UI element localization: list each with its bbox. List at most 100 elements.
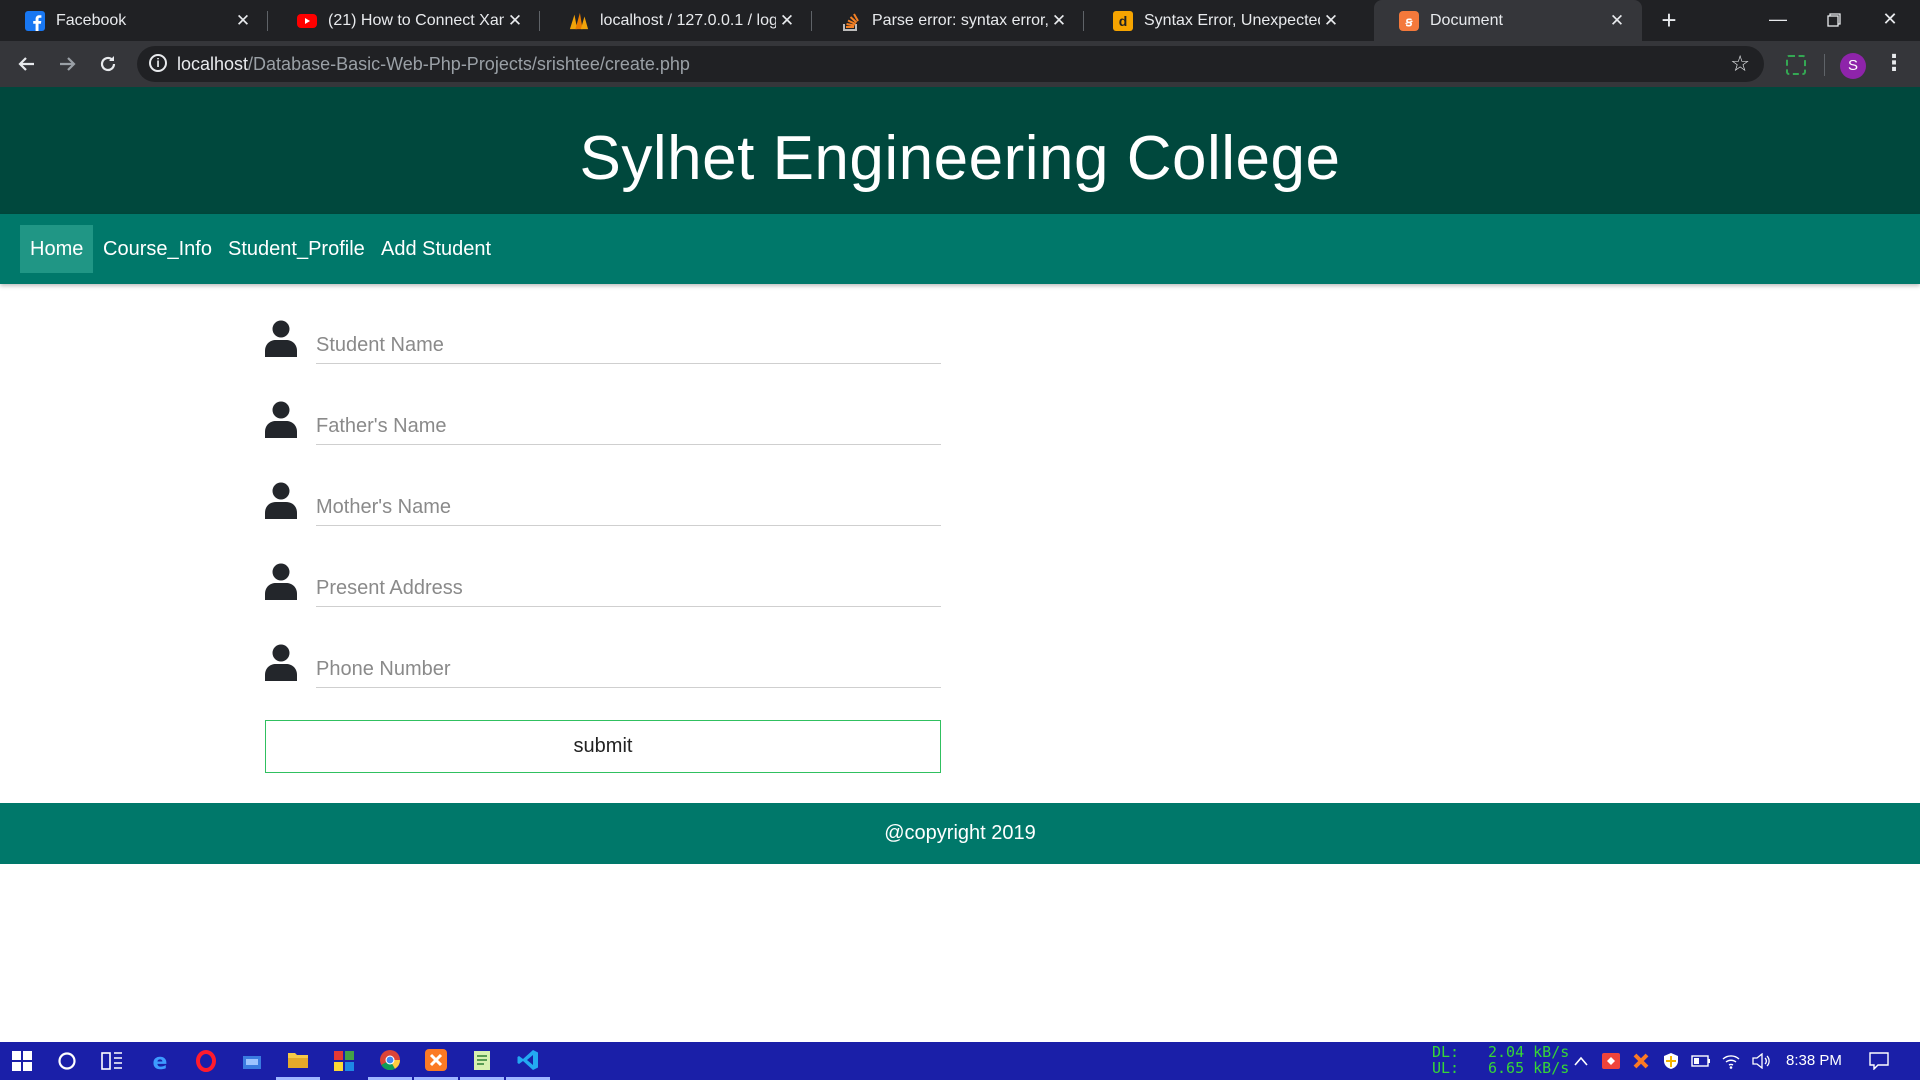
task-view-icon <box>101 1052 122 1070</box>
mothers-name-input[interactable]: Mother's Name <box>316 490 941 526</box>
search-button[interactable] <box>45 1042 89 1080</box>
nav-student-profile[interactable]: Student_Profile <box>218 225 375 273</box>
tab-stackoverflow[interactable]: Parse error: syntax error, une ✕ <box>816 0 1084 41</box>
arrow-right-icon <box>60 57 76 71</box>
tab-youtube[interactable]: (21) How to Connect Xampp ✕ <box>272 0 540 41</box>
net-ul-label: UL: <box>1432 1059 1460 1077</box>
browser-toolbar: i localhost/Database-Basic-Web-Php-Proje… <box>0 41 1920 87</box>
file-explorer-button[interactable] <box>276 1042 320 1080</box>
nav-add-student[interactable]: Add Student <box>371 225 501 273</box>
phone-number-input[interactable]: Phone Number <box>316 652 941 688</box>
back-button[interactable] <box>11 49 43 79</box>
close-icon[interactable]: ✕ <box>776 11 798 31</box>
reload-icon <box>100 56 116 72</box>
user-icon <box>265 482 297 519</box>
facebook-icon <box>25 10 45 31</box>
colorful-app-button[interactable] <box>322 1042 366 1080</box>
folder-icon <box>288 1052 308 1068</box>
nav-home[interactable]: Home <box>20 225 94 273</box>
student-name-input[interactable]: Student Name <box>316 328 941 364</box>
vscode-icon <box>517 1049 538 1070</box>
student-name-field: Student Name <box>265 314 941 395</box>
svg-text:d: d <box>1119 13 1128 29</box>
stackoverflow-icon <box>841 11 861 31</box>
bookmark-star-icon[interactable]: ☆ <box>1730 51 1750 77</box>
net-dl-label: DL: <box>1432 1043 1460 1061</box>
edge-icon: e <box>153 1050 168 1072</box>
tab-dzone[interactable]: d Syntax Error, Unexpected '$p ✕ <box>1088 0 1356 41</box>
extension-icon[interactable] <box>1786 55 1806 75</box>
tab-facebook[interactable]: Facebook ✕ <box>0 0 268 41</box>
mothers-name-field: Mother's Name <box>265 476 941 557</box>
youtube-icon <box>297 11 317 31</box>
chevron-up-icon <box>1574 1056 1588 1066</box>
tab-document[interactable]: ꞩ Document ✕ <box>1374 0 1642 41</box>
user-icon <box>265 563 297 600</box>
reload-button[interactable] <box>92 49 124 79</box>
user-icon <box>265 644 297 681</box>
url-text[interactable]: localhost/Database-Basic-Web-Php-Project… <box>177 54 690 75</box>
submit-button[interactable]: submit <box>265 720 941 773</box>
site-footer: @copyright 2019 <box>0 803 1920 864</box>
tray-security[interactable] <box>1658 1042 1684 1080</box>
tray-app-red[interactable] <box>1598 1042 1624 1080</box>
tab-divider <box>267 11 268 31</box>
opera-button[interactable] <box>184 1042 228 1080</box>
add-student-form: Student Name Father's Name Mother's Name… <box>265 314 941 719</box>
tray-volume[interactable] <box>1748 1042 1774 1080</box>
close-icon[interactable]: ✕ <box>1320 11 1342 31</box>
tab-title: (21) How to Connect Xampp <box>328 11 504 29</box>
tab-title: localhost / 127.0.0.1 / login | <box>600 11 776 29</box>
store-button[interactable] <box>230 1042 274 1080</box>
tab-phpmyadmin[interactable]: localhost / 127.0.0.1 / login | ✕ <box>544 0 812 41</box>
vscode-button[interactable] <box>506 1042 550 1080</box>
forward-button[interactable] <box>51 49 83 79</box>
url-path: /Database-Basic-Web-Php-Projects/srishte… <box>248 54 690 74</box>
present-address-input[interactable]: Present Address <box>316 571 941 607</box>
site-navbar: Home Course_Info Student_Profile Add Stu… <box>0 214 1920 284</box>
action-center-button[interactable] <box>1864 1042 1894 1080</box>
profile-avatar[interactable]: S <box>1840 53 1866 79</box>
xampp-tray-icon <box>1633 1053 1649 1069</box>
chrome-button[interactable] <box>368 1042 412 1080</box>
taskbar-clock[interactable]: 8:38 PM <box>1786 1042 1842 1080</box>
close-icon[interactable]: ✕ <box>232 11 254 31</box>
tray-app-orange[interactable] <box>1628 1042 1654 1080</box>
restore-button[interactable] <box>1806 0 1862 41</box>
notification-icon <box>1869 1052 1889 1070</box>
tab-divider <box>811 11 812 31</box>
minimize-button[interactable]: — <box>1750 0 1806 41</box>
edge-button[interactable]: e <box>138 1042 182 1080</box>
tray-wifi[interactable] <box>1718 1042 1744 1080</box>
start-button[interactable] <box>0 1042 44 1080</box>
fathers-name-field: Father's Name <box>265 395 941 476</box>
user-icon <box>265 401 297 438</box>
net-values: 2.04 kB/s 6.65 kB/s <box>1488 1044 1569 1076</box>
close-icon[interactable]: ✕ <box>1048 11 1070 31</box>
tray-overflow-button[interactable] <box>1570 1042 1592 1080</box>
nav-course-info[interactable]: Course_Info <box>93 225 222 273</box>
notepad-icon <box>474 1050 490 1070</box>
tab-title: Facebook <box>56 11 127 29</box>
fathers-name-input[interactable]: Father's Name <box>316 409 941 445</box>
site-title: Sylhet Engineering College <box>579 124 1341 193</box>
taskbar: e DL: UL: 2.04 kB/s 6.65 kB/s 8:38 PM <box>0 1042 1920 1080</box>
dzone-icon: d <box>1113 10 1133 31</box>
address-bar[interactable]: i localhost/Database-Basic-Web-Php-Proje… <box>137 46 1764 82</box>
store-icon <box>243 1056 261 1069</box>
close-icon[interactable]: ✕ <box>504 11 526 31</box>
task-view-button[interactable] <box>90 1042 134 1080</box>
menu-kebab-icon[interactable]: ⋮ <box>1883 50 1905 76</box>
html5-icon: ꞩ <box>1399 10 1419 31</box>
window-close-button[interactable]: ✕ <box>1862 0 1918 41</box>
tab-strip: Facebook ✕ (21) How to Connect Xampp ✕ l… <box>0 0 1920 41</box>
tray-battery[interactable] <box>1688 1042 1714 1080</box>
present-address-field: Present Address <box>265 557 941 638</box>
info-icon[interactable]: i <box>149 54 167 72</box>
notepad-button[interactable] <box>460 1042 504 1080</box>
close-icon[interactable]: ✕ <box>1606 11 1628 31</box>
xampp-button[interactable] <box>414 1042 458 1080</box>
tab-title: Syntax Error, Unexpected '$p <box>1144 11 1320 29</box>
opera-icon <box>196 1050 216 1072</box>
new-tab-button[interactable]: + <box>1654 0 1684 41</box>
